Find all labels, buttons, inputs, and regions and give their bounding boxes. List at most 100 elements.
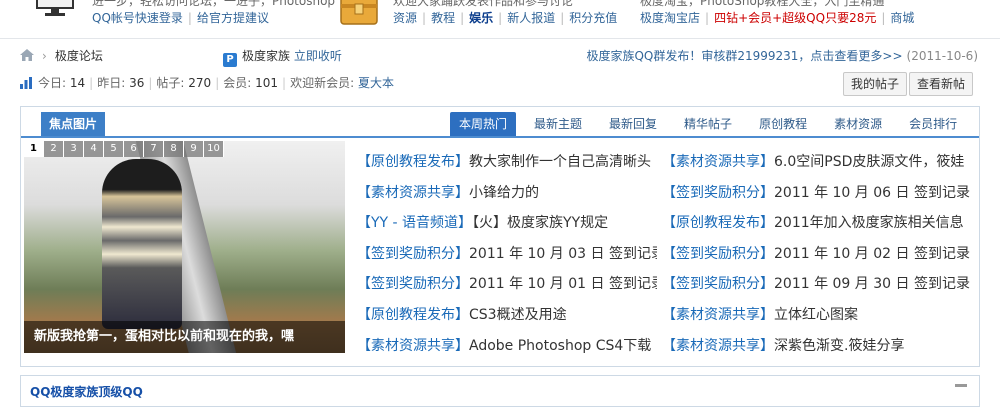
tab-featured[interactable]: 精华帖子	[675, 112, 741, 136]
thread-title[interactable]: 【火】极度家族YY规定	[472, 215, 608, 231]
slide-number[interactable]: 10	[204, 141, 224, 157]
thread-category[interactable]: 【签到奖励积分】	[662, 185, 774, 201]
tab-latest-replies[interactable]: 最新回复	[600, 112, 666, 136]
tab-latest-topics[interactable]: 最新主题	[525, 112, 591, 136]
slide-number[interactable]: 3	[64, 141, 84, 157]
focus-images-tab[interactable]: 焦点图片	[41, 112, 106, 136]
list-item[interactable]: 【素材资源共享】6.0空间PSD皮肤源文件，筱娃	[662, 151, 974, 182]
announcement: 极度家族QQ群发布！审核群21999231，点击查看更多>> (2011-10-6…	[586, 47, 978, 64]
link-qq-deal[interactable]: 四钻+会员+超级QQ只要28元	[714, 11, 876, 25]
list-item[interactable]: 【素材资源共享】立体红心图案	[662, 304, 974, 335]
thread-title[interactable]: 2011 年 10 月 01 日 签到记录	[469, 276, 657, 292]
top-left-links: QQ帐号快速登录 | 给官方提建议	[92, 11, 269, 25]
thread-title[interactable]: 6.0空间PSD皮肤源文件，筱娃	[774, 154, 964, 170]
link-taobao[interactable]: 极度淘宝店	[640, 11, 700, 25]
thread-category[interactable]: 【原创教程发布】	[357, 307, 469, 323]
link-tutorials[interactable]: 教程	[431, 11, 455, 25]
thread-category[interactable]: 【素材资源共享】	[662, 154, 774, 170]
thread-title[interactable]: 2011 年 10 月 03 日 签到记录	[469, 246, 657, 262]
list-item[interactable]: 【原创教程发布】CS3概述及用途	[357, 304, 657, 335]
slide-number[interactable]: 7	[144, 141, 164, 157]
thread-category[interactable]: 【素材资源共享】	[662, 338, 774, 354]
treasure-box-icon	[340, 0, 378, 25]
thread-category[interactable]: 【原创教程发布】	[662, 215, 774, 231]
link-resources[interactable]: 资源	[393, 11, 417, 25]
list-item[interactable]: 【签到奖励积分】2011 年 10 月 03 日 签到记录	[357, 243, 657, 274]
thread-title[interactable]: 深紫色渐变.筱娃分享	[774, 338, 904, 354]
slide-number[interactable]: 5	[104, 141, 124, 157]
thread-category[interactable]: 【签到奖励积分】	[357, 246, 469, 262]
posts-label: 帖子:	[156, 76, 185, 90]
qq-login-link[interactable]: QQ帐号快速登录	[92, 11, 183, 25]
list-item[interactable]: 【签到奖励积分】2011 年 10 月 02 日 签到记录	[662, 243, 974, 274]
thread-category[interactable]: 【签到奖励积分】	[662, 246, 774, 262]
thread-category[interactable]: 【签到奖励积分】	[662, 276, 774, 292]
thread-title[interactable]: 教大家制作一个自己高清晰头	[469, 154, 651, 170]
view-new-posts-button[interactable]: 查看新帖	[909, 72, 974, 96]
link-newcomers[interactable]: 新人报道	[507, 11, 555, 25]
list-item[interactable]: 【原创教程发布】2011年加入极度家族相关信息	[662, 212, 974, 243]
list-item[interactable]: 【素材资源共享】Adobe Photoshop CS4下载	[357, 335, 657, 366]
thread-category[interactable]: 【素材资源共享】	[357, 338, 469, 354]
thread-title[interactable]: 小锋给力的	[469, 185, 539, 201]
list-item[interactable]: 【素材资源共享】深紫色渐变.筱娃分享	[662, 335, 974, 366]
top-cut-line-2: 欢迎大家踊跃发表作品和参与讨论	[393, 0, 574, 8]
nav-bar: › 极度论坛 P 极度家族 立即收听 极度家族QQ群发布！审核群21999231，点…	[20, 44, 978, 68]
suggestion-link[interactable]: 给官方提建议	[197, 11, 269, 25]
thread-list-left: 【原创教程发布】教大家制作一个自己高清晰头 【素材资源共享】小锋给力的 【YY …	[357, 151, 657, 365]
top-cut-line-1: 进一步，轻松访问论坛，一进子，Photoshop	[92, 0, 336, 8]
slide-number[interactable]: 6	[124, 141, 144, 157]
list-item[interactable]: 【签到奖励积分】2011 年 10 月 06 日 签到记录	[662, 182, 974, 213]
list-item[interactable]: 【签到奖励积分】2011 年 10 月 01 日 签到记录	[357, 273, 657, 304]
thread-category[interactable]: 【素材资源共享】	[357, 185, 469, 201]
family-follow: P 极度家族 立即收听	[223, 47, 342, 67]
tab-member-ranking[interactable]: 会员排行	[900, 112, 966, 136]
link-shop[interactable]: 商城	[890, 11, 914, 25]
list-item[interactable]: 【素材资源共享】小锋给力的	[357, 182, 657, 213]
new-member-link[interactable]: 夏大本	[358, 76, 394, 90]
list-item[interactable]: 【签到奖励积分】2011 年 09 月 30 日 签到记录	[662, 273, 974, 304]
tab-weekly-hot[interactable]: 本周热门	[450, 112, 517, 136]
section-title[interactable]: QQ极度家族顶级QQ	[30, 383, 143, 400]
welcome-label: 欢迎新会员:	[290, 76, 355, 90]
today-label: 今日:	[38, 76, 67, 90]
tab-tutorials[interactable]: 原创教程	[750, 112, 816, 136]
thread-category[interactable]: 【原创教程发布】	[357, 154, 469, 170]
home-icon[interactable]	[20, 49, 34, 61]
thread-category[interactable]: 【签到奖励积分】	[357, 276, 469, 292]
slide-pagination: 1 2 3 4 5 6 7 8 9 10	[24, 141, 224, 157]
list-item[interactable]: 【YY - 语音频道】【火】极度家族YY规定	[357, 212, 657, 243]
list-item[interactable]: 【原创教程发布】教大家制作一个自己高清晰头	[357, 151, 657, 182]
chevron-right-icon: ›	[42, 49, 47, 63]
slide-number[interactable]: 2	[44, 141, 64, 157]
breadcrumb: › 极度论坛	[20, 47, 103, 64]
focus-slideshow[interactable]: 1 2 3 4 5 6 7 8 9 10 新版我抢第一，蛋相对比以前和现在的我，嘿	[24, 141, 345, 353]
slide-caption[interactable]: 新版我抢第一，蛋相对比以前和现在的我，嘿	[24, 321, 345, 353]
slide-number[interactable]: 4	[84, 141, 104, 157]
thread-title[interactable]: 2011年加入极度家族相关信息	[774, 215, 964, 231]
follow-link[interactable]: 立即收听	[294, 49, 342, 63]
collapse-icon[interactable]	[955, 384, 967, 387]
top-banner: 进一步，轻松访问论坛，一进子，Photoshop QQ帐号快速登录 | 给官方提建议…	[0, 0, 1000, 39]
forum-stats: 今日: 14 | 昨日: 36 | 帖子: 270 | 会员: 101 | 欢迎新会员: 夏大本…	[20, 72, 978, 96]
thread-title[interactable]: 2011 年 10 月 02 日 签到记录	[774, 246, 970, 262]
link-entertainment[interactable]: 娱乐	[469, 11, 493, 25]
slide-number[interactable]: 8	[164, 141, 184, 157]
thread-title[interactable]: 立体红心图案	[774, 307, 858, 323]
thread-category[interactable]: 【YY - 语音频道】	[357, 215, 472, 231]
thread-title[interactable]: Adobe Photoshop CS4下载	[469, 338, 651, 354]
breadcrumb-forum[interactable]: 极度论坛	[55, 49, 103, 63]
thread-title[interactable]: CS3概述及用途	[469, 307, 567, 323]
announcement-date: (2011-10-6)	[906, 49, 978, 63]
link-recharge[interactable]: 积分充值	[569, 11, 617, 25]
slide-number[interactable]: 9	[184, 141, 204, 157]
thread-title[interactable]: 2011 年 10 月 06 日 签到记录	[774, 185, 970, 201]
tab-resources[interactable]: 素材资源	[825, 112, 891, 136]
thread-category[interactable]: 【素材资源共享】	[662, 307, 774, 323]
my-posts-button[interactable]: 我的帖子	[843, 72, 908, 96]
announcement-link[interactable]: 极度家族QQ群发布！审核群21999231，点击查看更多>>	[586, 49, 902, 63]
slide-number[interactable]: 1	[24, 141, 44, 157]
posts-count: 270	[188, 76, 212, 90]
bar-chart-icon	[20, 77, 32, 89]
thread-title[interactable]: 2011 年 09 月 30 日 签到记录	[774, 276, 970, 292]
